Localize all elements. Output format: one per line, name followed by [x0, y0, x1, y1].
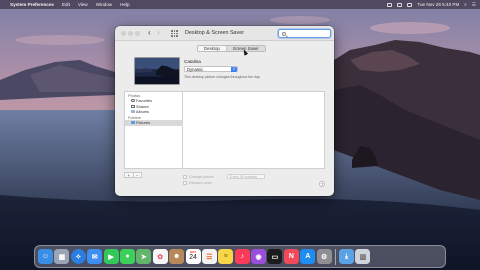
launchpad-icon[interactable]: ▦ — [54, 249, 70, 264]
source-item-label: Shared — [136, 103, 149, 109]
add-folder-button[interactable]: + — [125, 173, 134, 178]
dock: ☺ ▦ ✧ ✉ ▶ ● ➤ ✿ ☻ NOV 24 ☰ ≡ ♪ ◉ ▭ N A ⚙… — [34, 245, 446, 268]
wallpaper-name: Catalina — [184, 59, 201, 64]
change-picture-label: Change picture: — [189, 174, 215, 179]
podcasts-icon[interactable]: ◉ — [251, 249, 267, 264]
cloud-icon — [131, 104, 135, 108]
wifi-icon[interactable] — [397, 2, 403, 7]
source-item-label: Favorites — [136, 98, 152, 103]
change-picture-checkbox[interactable] — [183, 174, 187, 179]
maps-icon[interactable]: ➤ — [136, 249, 152, 264]
menu-help[interactable]: Help — [120, 0, 129, 9]
search-field[interactable] — [278, 29, 331, 38]
finder-icon[interactable]: ☺ — [38, 249, 53, 264]
notes-icon[interactable]: ≡ — [218, 249, 234, 264]
menu-app-name[interactable]: System Preferences — [10, 0, 54, 9]
interval-value: Every 30 minutes — [230, 175, 258, 179]
source-item-label: Pictures — [136, 120, 151, 125]
forward-arrow-icon[interactable]: › — [157, 28, 160, 37]
desktop-preview-thumbnail — [134, 57, 180, 85]
facetime-icon[interactable]: ▶ — [103, 249, 119, 264]
folder-icon — [131, 121, 135, 125]
source-item-label: Albums — [136, 109, 149, 114]
search-icon — [282, 31, 286, 36]
airplay-icon[interactable] — [387, 2, 393, 7]
picture-grid[interactable] — [183, 91, 325, 169]
downloads-folder-icon[interactable]: ⤓ — [339, 249, 355, 264]
wallpaper-description: This desktop picture changes throughout … — [184, 75, 261, 79]
remove-folder-button[interactable]: − — [134, 173, 142, 178]
back-arrow-icon[interactable]: ‹ — [148, 28, 151, 37]
close-window-button[interactable] — [121, 31, 126, 36]
dynamic-mode-value: Dynamic — [187, 67, 204, 72]
news-icon[interactable]: N — [283, 249, 299, 264]
mail-icon[interactable]: ✉ — [87, 249, 103, 264]
source-item-albums[interactable]: Albums — [125, 109, 183, 115]
reminders-icon[interactable]: ☰ — [201, 249, 217, 264]
search-input[interactable] — [288, 30, 330, 38]
menu-clock[interactable]: Tue Nov 26 5:40 PM — [417, 0, 459, 9]
random-order-label: Random order — [189, 180, 212, 185]
trash-icon[interactable]: ▥ — [355, 249, 371, 264]
menu-edit[interactable]: Edit — [62, 0, 70, 9]
album-icon — [131, 110, 135, 114]
battery-icon[interactable] — [407, 2, 413, 7]
menu-view[interactable]: View — [78, 0, 88, 9]
menu-window[interactable]: Window — [96, 0, 112, 9]
menu-bar-status-area: Tue Nov 26 5:40 PM ⌕ ☰ — [387, 0, 476, 9]
tab-desktop[interactable]: Desktop — [198, 46, 227, 51]
safari-icon[interactable]: ✧ — [70, 249, 86, 264]
random-order-checkbox[interactable] — [183, 180, 187, 185]
music-icon[interactable]: ♪ — [234, 249, 250, 264]
source-item-pictures[interactable]: Pictures — [125, 120, 183, 126]
heart-icon — [131, 99, 135, 103]
calendar-icon[interactable]: NOV 24 — [185, 249, 201, 264]
help-button[interactable]: ? — [319, 181, 325, 187]
dynamic-mode-select[interactable]: Dynamic ⇕ — [184, 66, 238, 73]
select-chevron-icon: ⇕ — [231, 67, 237, 73]
zoom-window-button[interactable] — [135, 31, 140, 36]
tv-icon[interactable]: ▭ — [267, 249, 283, 264]
window-title: Desktop & Screen Saver — [185, 30, 245, 36]
dock-separator — [335, 248, 336, 265]
messages-icon[interactable]: ● — [119, 249, 135, 264]
system-preferences-icon[interactable]: ⚙ — [316, 249, 332, 264]
contacts-icon[interactable]: ☻ — [169, 249, 185, 264]
show-all-grid-icon[interactable] — [171, 30, 178, 37]
app-store-icon[interactable]: A — [300, 249, 316, 264]
photos-icon[interactable]: ✿ — [152, 249, 168, 264]
minimize-window-button[interactable] — [128, 31, 133, 36]
window-titlebar[interactable]: ‹ › Desktop & Screen Saver — [115, 26, 334, 41]
calendar-day: 24 — [189, 254, 197, 262]
tab-bar: Desktop Screen Saver — [197, 45, 266, 52]
spotlight-icon[interactable]: ⌕ — [464, 0, 467, 9]
preferences-window: ‹ › Desktop & Screen Saver Desktop Scree… — [115, 26, 334, 196]
menu-bar: System Preferences Edit View Window Help… — [0, 0, 480, 9]
control-center-icon[interactable]: ☰ — [472, 0, 476, 9]
source-list: Photos Favorites Shared Albums Folders P… — [124, 91, 183, 169]
interval-select[interactable]: Every 30 minutes — [227, 174, 265, 179]
add-remove-control: + − — [124, 172, 142, 178]
